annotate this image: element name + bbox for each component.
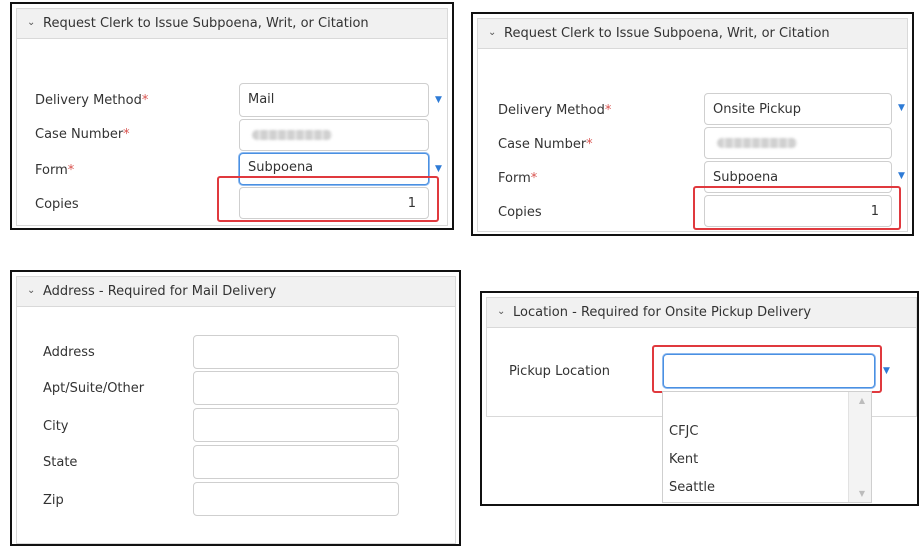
scroll-up-icon[interactable]: ▲ [859, 396, 865, 405]
panel-header[interactable]: ⌄ Request Clerk to Issue Subpoena, Writ,… [478, 19, 907, 49]
address-label: Address [43, 345, 95, 360]
state-label: State [43, 455, 78, 470]
form-value: Subpoena [713, 170, 779, 185]
highlight-box [217, 176, 439, 222]
redacted-case-number [252, 130, 332, 140]
address-input[interactable] [193, 335, 399, 369]
delivery-method-select[interactable]: Mail [239, 83, 429, 117]
apt-suite-input[interactable] [193, 371, 399, 405]
panel-header[interactable]: ⌄ Location - Required for Onsite Pickup … [487, 298, 916, 328]
dropdown-caret-icon[interactable]: ▼ [435, 95, 442, 105]
copies-label: Copies [35, 197, 79, 212]
case-number-field[interactable] [704, 127, 892, 159]
panel-header[interactable]: ⌄ Address - Required for Mail Delivery [17, 277, 455, 307]
apt-suite-label: Apt/Suite/Other [43, 381, 145, 396]
dropdown-caret-icon[interactable]: ▼ [883, 366, 890, 376]
form-value: Subpoena [248, 160, 314, 175]
highlight-box [693, 186, 901, 230]
copies-label: Copies [498, 205, 542, 220]
form-label: Form* [35, 163, 75, 178]
panel-title: Location - Required for Onsite Pickup De… [513, 305, 812, 320]
dropdown-option[interactable]: CFJC [669, 424, 698, 439]
pickup-location-label: Pickup Location [509, 364, 611, 379]
address-panel: ⌄ Address - Required for Mail Delivery A… [16, 276, 456, 544]
delivery-method-value: Onsite Pickup [713, 102, 802, 117]
chevron-down-icon[interactable]: ⌄ [27, 285, 35, 296]
city-label: City [43, 419, 69, 434]
panel-title: Request Clerk to Issue Subpoena, Writ, o… [504, 26, 830, 41]
zip-label: Zip [43, 493, 64, 508]
dropdown-option[interactable]: Kent [669, 452, 698, 467]
panel-title: Request Clerk to Issue Subpoena, Writ, o… [43, 16, 369, 31]
chevron-down-icon[interactable]: ⌄ [497, 306, 505, 317]
screenshot-onsite-request: ⌄ Request Clerk to Issue Subpoena, Writ,… [471, 12, 914, 236]
panel-title: Address - Required for Mail Delivery [43, 284, 277, 299]
delivery-method-label: Delivery Method* [35, 93, 149, 108]
screenshot-mail-address: ⌄ Address - Required for Mail Delivery A… [10, 270, 461, 546]
case-number-field[interactable] [239, 119, 429, 151]
screenshot-pickup-location: ⌄ Location - Required for Onsite Pickup … [480, 291, 919, 506]
pickup-location-dropdown[interactable]: ▲ ▼ CFJC Kent Seattle [662, 391, 872, 503]
panel-header[interactable]: ⌄ Request Clerk to Issue Subpoena, Writ,… [17, 9, 447, 39]
redacted-case-number [717, 138, 797, 148]
dropdown-caret-icon[interactable]: ▼ [435, 164, 442, 174]
case-number-label: Case Number* [498, 137, 593, 152]
zip-input[interactable] [193, 482, 399, 516]
scroll-down-icon[interactable]: ▼ [859, 489, 865, 498]
form-label: Form* [498, 171, 538, 186]
dropdown-option[interactable]: Seattle [669, 480, 715, 495]
dropdown-scrollbar[interactable] [848, 392, 871, 502]
delivery-method-select[interactable]: Onsite Pickup [704, 93, 892, 125]
chevron-down-icon[interactable]: ⌄ [27, 17, 35, 28]
city-input[interactable] [193, 408, 399, 442]
state-input[interactable] [193, 445, 399, 479]
delivery-method-label: Delivery Method* [498, 103, 612, 118]
highlight-box [652, 345, 882, 393]
dropdown-caret-icon[interactable]: ▼ [898, 171, 905, 181]
case-number-label: Case Number* [35, 127, 130, 142]
dropdown-caret-icon[interactable]: ▼ [898, 103, 905, 113]
chevron-down-icon[interactable]: ⌄ [488, 27, 496, 38]
delivery-method-value: Mail [248, 92, 275, 107]
screenshot-mail-request: ⌄ Request Clerk to Issue Subpoena, Writ,… [10, 2, 454, 230]
